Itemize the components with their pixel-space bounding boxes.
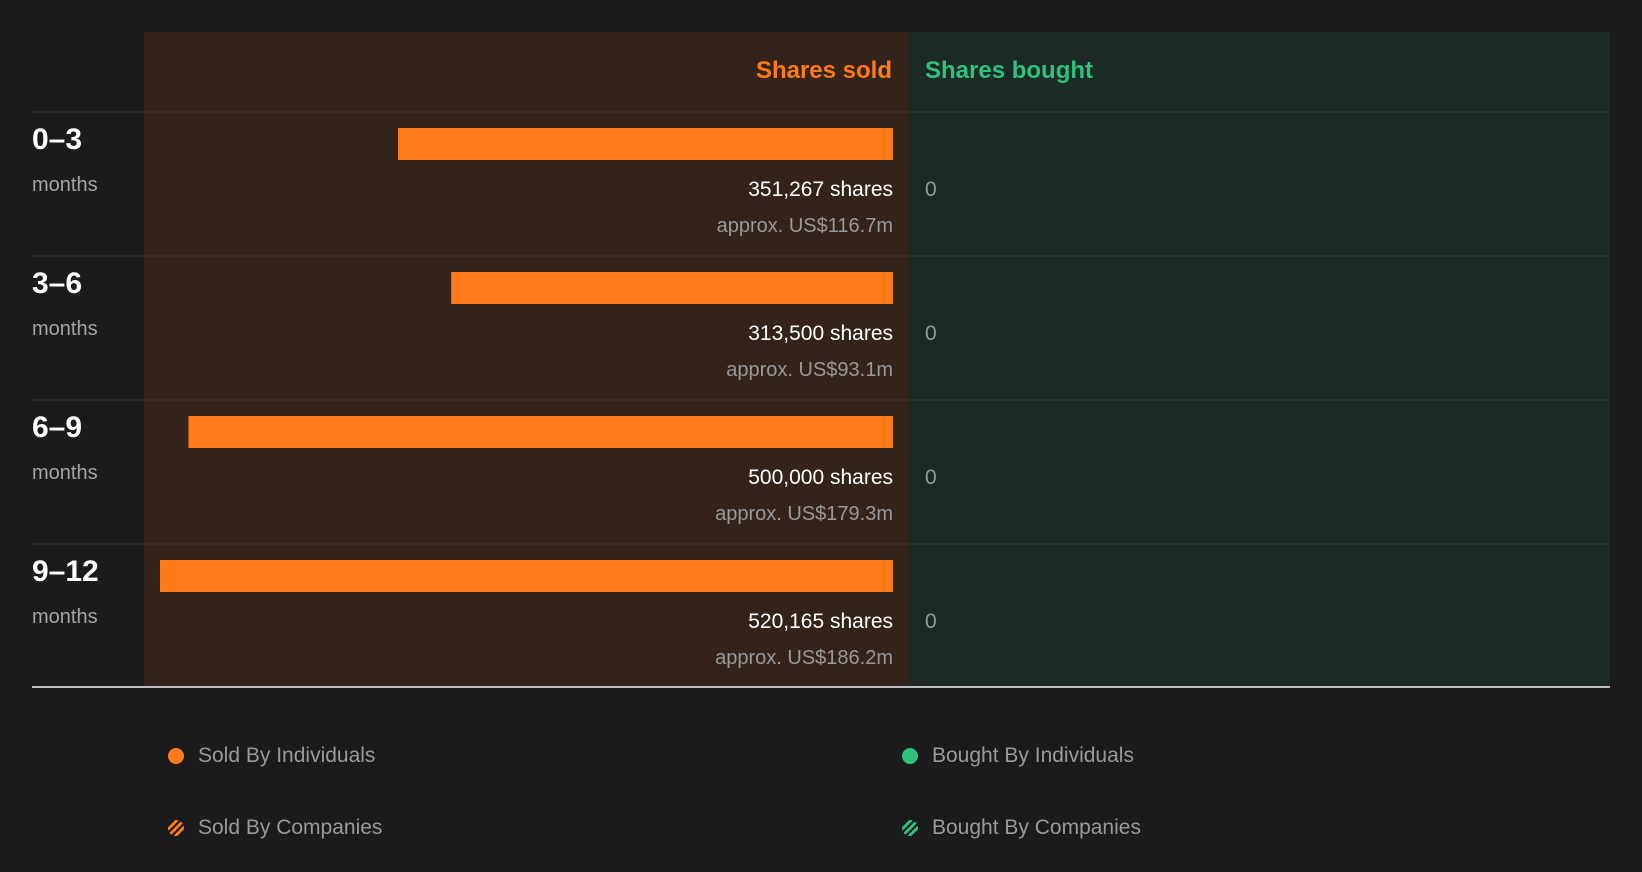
bought-shares-label: 0 bbox=[925, 610, 937, 633]
bought-shares-label: 0 bbox=[925, 178, 937, 201]
sold-shares-label: 313,500 shares bbox=[748, 322, 893, 345]
row-unit-label: months bbox=[32, 174, 98, 196]
sold-value-label: approx. US$116.7m bbox=[717, 215, 893, 237]
legend-marker-sold-individuals bbox=[168, 748, 184, 764]
legend-label: Bought By Individuals bbox=[932, 744, 1134, 767]
legend-bought-individuals[interactable]: Bought By Individuals bbox=[902, 744, 1134, 768]
sold-bar bbox=[160, 560, 893, 592]
sold-bar bbox=[451, 272, 893, 304]
sold-value-label: approx. US$179.3m bbox=[715, 503, 893, 525]
legend-bought-companies[interactable]: Bought By Companies bbox=[902, 816, 1141, 840]
sold-bar bbox=[398, 128, 893, 160]
legend-label: Sold By Individuals bbox=[198, 744, 376, 767]
bought-header: Shares bought bbox=[925, 57, 1093, 84]
row-unit-label: months bbox=[32, 606, 98, 628]
row-unit-label: months bbox=[32, 462, 98, 484]
sold-value-label: approx. US$186.2m bbox=[715, 647, 893, 669]
bought-panel bbox=[909, 32, 1610, 687]
sold-shares-label: 520,165 shares bbox=[748, 610, 893, 633]
bought-shares-label: 0 bbox=[925, 466, 937, 489]
insider-trading-chart: Shares sold Shares bought 0–3 months 351,2… bbox=[32, 32, 1610, 688]
sold-shares-label: 500,000 shares bbox=[748, 466, 893, 489]
sold-value-label: approx. US$93.1m bbox=[726, 359, 893, 381]
row-range-label: 3–6 bbox=[32, 267, 82, 300]
row-unit-label: months bbox=[32, 318, 98, 340]
legend-marker-bought-companies bbox=[902, 820, 918, 836]
sold-header: Shares sold bbox=[756, 57, 892, 84]
legend-label: Sold By Companies bbox=[198, 816, 383, 839]
bought-shares-label: 0 bbox=[925, 322, 937, 345]
sold-shares-label: 351,267 shares bbox=[748, 178, 893, 201]
legend-label: Bought By Companies bbox=[932, 816, 1141, 839]
sold-bar bbox=[188, 416, 893, 448]
row-range-label: 9–12 bbox=[32, 555, 99, 588]
legend-sold-companies[interactable]: Sold By Companies bbox=[168, 816, 382, 840]
row-range-label: 0–3 bbox=[32, 123, 82, 156]
legend-marker-bought-individuals bbox=[902, 748, 918, 764]
legend-sold-individuals[interactable]: Sold By Individuals bbox=[168, 744, 375, 768]
legend-marker-sold-companies bbox=[168, 820, 184, 836]
row-range-label: 6–9 bbox=[32, 411, 82, 444]
